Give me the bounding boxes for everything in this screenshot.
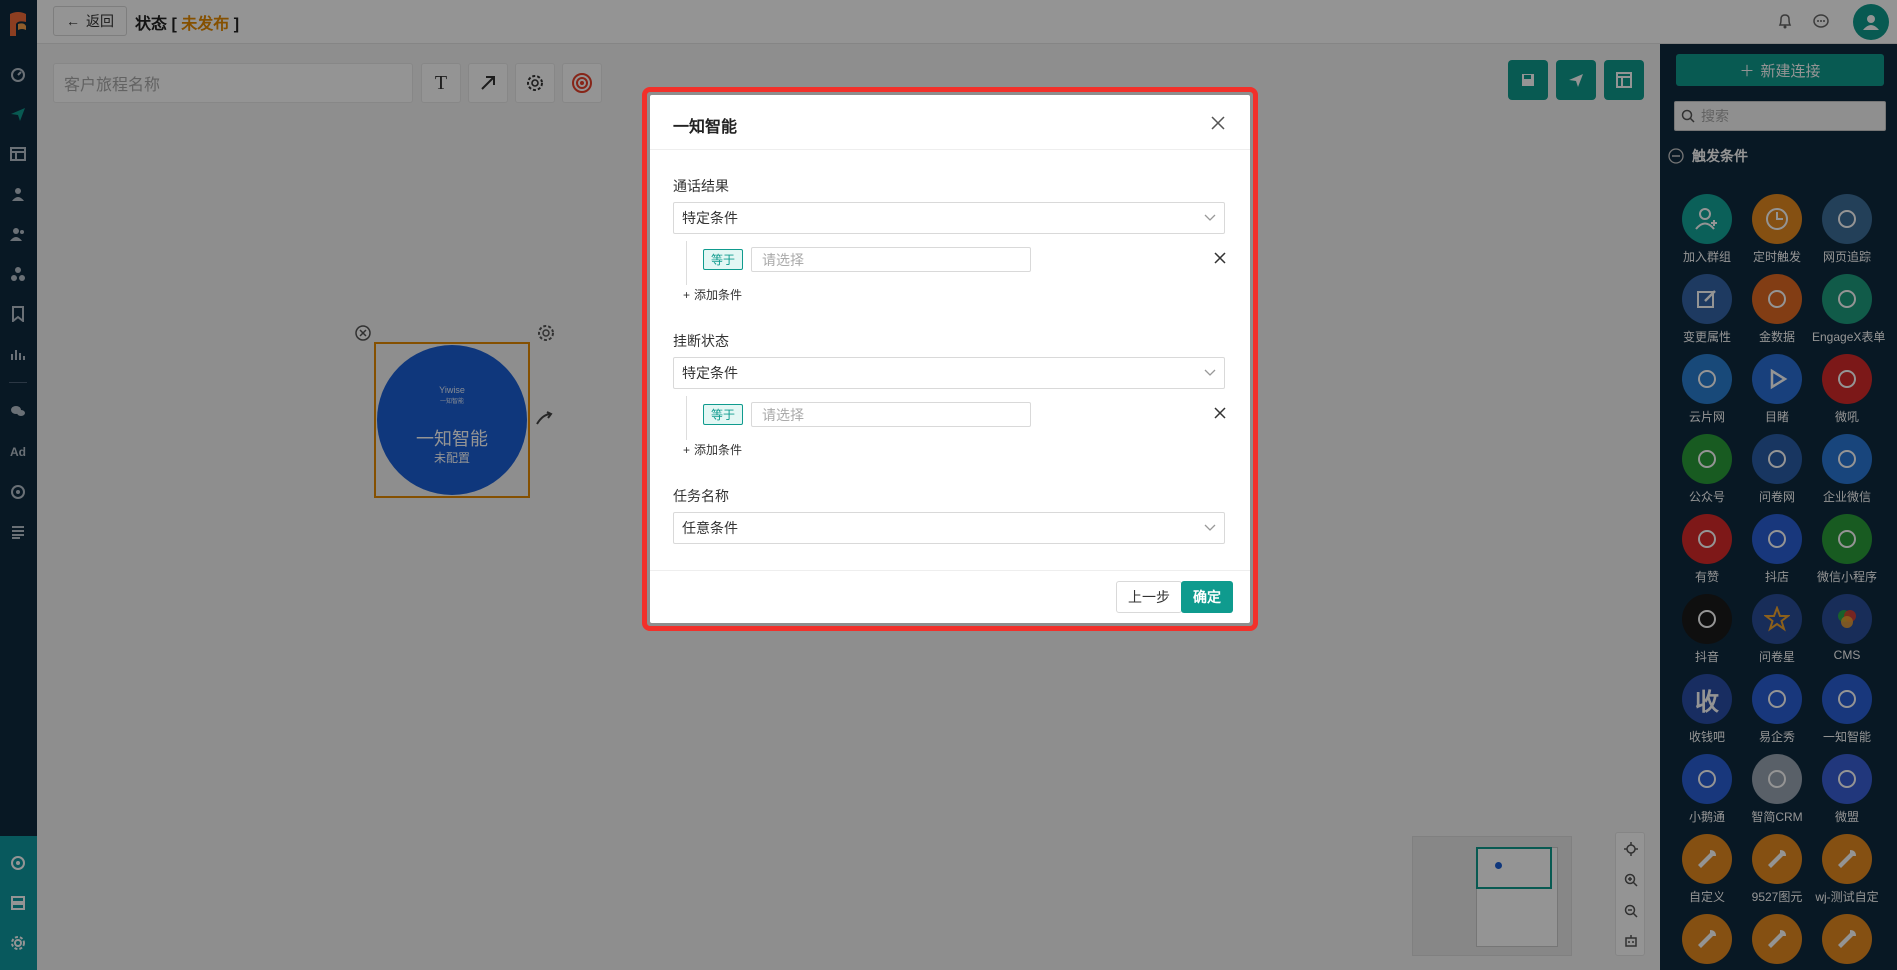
confirm-button[interactable]: 确定 [1181, 581, 1233, 613]
task-name-select[interactable]: 任意条件 [673, 512, 1225, 544]
add-condition-label: 添加条件 [694, 443, 743, 457]
call-result-value: 特定条件 [682, 210, 738, 226]
condition-bar [686, 241, 687, 285]
call-result-condition-row: 等于 请选择 [686, 241, 1228, 285]
hangup-status-select[interactable]: 特定条件 [673, 357, 1225, 389]
chevron-down-icon [1204, 369, 1216, 376]
chevron-down-icon [1204, 214, 1216, 221]
call-result-value-input[interactable]: 请选择 [751, 247, 1031, 272]
call-result-select[interactable]: 特定条件 [673, 202, 1225, 234]
operator-tag[interactable]: 等于 [703, 404, 743, 425]
plus-icon: + [683, 442, 691, 457]
plus-icon: + [683, 287, 691, 302]
remove-condition-icon[interactable] [1212, 250, 1228, 266]
call-result-label: 通话结果 [673, 178, 729, 194]
previous-step-button[interactable]: 上一步 [1116, 581, 1182, 613]
hangup-status-condition-row: 等于 请选择 [686, 396, 1228, 440]
task-name-label: 任务名称 [673, 488, 729, 504]
add-condition-button[interactable]: + 添加条件 [683, 441, 742, 458]
modal-header: 一知智能 [650, 95, 1250, 150]
operator-tag[interactable]: 等于 [703, 249, 743, 270]
close-icon[interactable] [1208, 113, 1228, 133]
config-modal: 一知智能 通话结果 特定条件 等于 请选择 + 添加条件 挂断状态 特定条件 等… [650, 95, 1250, 623]
remove-condition-icon[interactable] [1212, 405, 1228, 421]
condition-bar [686, 396, 687, 440]
add-condition-button[interactable]: + 添加条件 [683, 286, 742, 303]
hangup-status-label: 挂断状态 [673, 333, 729, 349]
modal-footer: 上一步 确定 [650, 570, 1250, 623]
chevron-down-icon [1204, 524, 1216, 531]
task-name-value: 任意条件 [682, 520, 738, 536]
modal-title: 一知智能 [673, 119, 738, 136]
hangup-status-value: 特定条件 [682, 365, 738, 381]
hangup-status-value-input[interactable]: 请选择 [751, 402, 1031, 427]
add-condition-label: 添加条件 [694, 288, 743, 302]
